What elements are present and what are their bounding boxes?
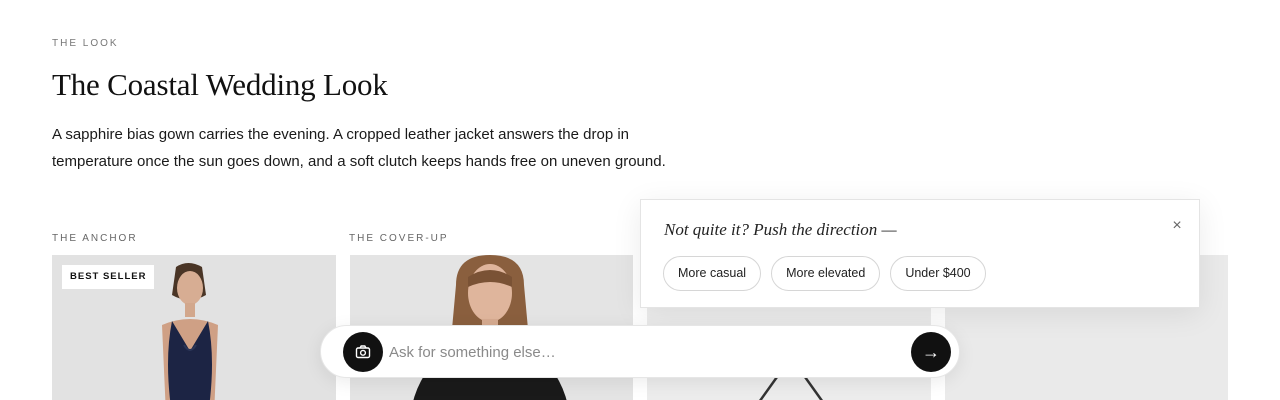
product-label-anchor: THE ANCHOR: [52, 233, 138, 244]
ask-input[interactable]: [389, 338, 889, 366]
ask-bar: →: [320, 325, 960, 378]
suggestion-popover: Not quite it? Push the direction — × Mor…: [640, 199, 1200, 308]
suggestion-chips: More casual More elevated Under $400: [663, 256, 986, 291]
best-seller-badge: BEST SELLER: [62, 265, 155, 289]
page-title: The Coastal Wedding Look: [52, 67, 388, 102]
send-button[interactable]: →: [911, 332, 951, 372]
look-eyebrow: THE LOOK: [52, 38, 119, 49]
camera-icon: [355, 345, 371, 359]
product-label-cover-up: THE COVER-UP: [349, 233, 449, 244]
chip-more-elevated[interactable]: More elevated: [771, 256, 881, 291]
chip-more-casual[interactable]: More casual: [663, 256, 762, 291]
chip-under-400[interactable]: Under $400: [890, 256, 986, 291]
look-description: A sapphire bias gown carries the evening…: [52, 126, 666, 170]
camera-button[interactable]: [343, 332, 383, 372]
suggestion-title: Not quite it? Push the direction —: [664, 220, 897, 239]
product-card-anchor[interactable]: BEST SELLER: [52, 255, 336, 400]
close-icon[interactable]: ×: [1169, 218, 1185, 234]
arrow-right-icon: →: [922, 342, 940, 362]
